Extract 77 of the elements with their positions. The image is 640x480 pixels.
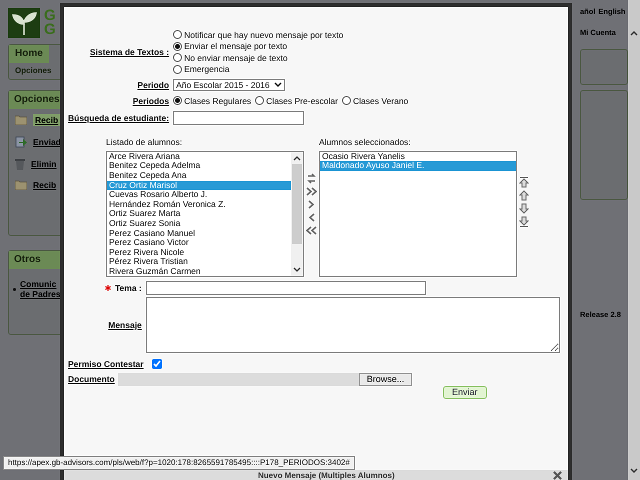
- period-select[interactable]: Año Escolar 2015 - 2016: [173, 79, 285, 92]
- list-label: Alumnos seleccionados:: [319, 136, 412, 147]
- sidebar-link[interactable]: Elimin: [31, 158, 57, 169]
- file-field[interactable]: [118, 373, 359, 386]
- list-option[interactable]: Ocasio Rivera Yanelis: [320, 152, 516, 162]
- radio-label[interactable]: Clases Verano: [352, 96, 408, 106]
- list-option[interactable]: Perez Casiano Manuel: [107, 228, 291, 238]
- radio-label[interactable]: Clases Regulares: [184, 96, 252, 106]
- double-chevron-right-icon[interactable]: [306, 186, 317, 197]
- radio-label[interactable]: Enviar el mensaje por texto: [184, 41, 288, 52]
- chevron-left-icon[interactable]: [306, 212, 317, 223]
- subject-field[interactable]: [146, 280, 426, 295]
- arrow-down-icon[interactable]: [519, 202, 529, 214]
- radio-label[interactable]: No enviar mensaje de texto: [184, 52, 288, 63]
- radio-button[interactable]: [173, 96, 182, 106]
- sidebar-link[interactable]: Enviad: [33, 136, 61, 147]
- trash-icon: [15, 158, 25, 170]
- student-listbox[interactable]: [106, 150, 304, 277]
- field-label: Tema :: [115, 282, 142, 293]
- radio-button[interactable]: [173, 64, 182, 74]
- radio-label[interactable]: Clases Pre-escolar: [266, 96, 338, 106]
- sidebar-link[interactable]: Recib: [33, 180, 56, 190]
- swap-arrows-icon[interactable]: [306, 172, 317, 184]
- radio-label[interactable]: Notificar que hay nuevo mensaje por texto: [184, 30, 344, 40]
- arrow-up-icon[interactable]: [519, 190, 529, 201]
- list-option[interactable]: Perez Casiano Victor: [107, 238, 291, 248]
- field-label: Periodo: [137, 80, 170, 90]
- sidebar-link[interactable]: Recib: [33, 114, 60, 126]
- list-option[interactable]: Benitez Cepeda Adelma: [107, 161, 291, 172]
- logo-text: G: [44, 9, 56, 23]
- field-label: Documento: [68, 374, 115, 385]
- header-panel: [580, 49, 628, 85]
- radio-button[interactable]: [342, 96, 351, 106]
- list-option[interactable]: Cuevas Rosario Alberto J.: [107, 190, 291, 200]
- radio-button[interactable]: [173, 53, 182, 62]
- sidebar-link[interactable]: de Padres: [20, 289, 61, 300]
- field-label: Búsqueda de estudiante:: [68, 112, 170, 123]
- field-label: Mensaje: [108, 320, 142, 330]
- chevron-down-icon: [274, 82, 282, 88]
- message-field[interactable]: [146, 296, 560, 353]
- double-chevron-left-icon[interactable]: [306, 224, 317, 236]
- radio-button[interactable]: [255, 96, 264, 106]
- folder-icon: [15, 114, 27, 125]
- bullet-icon: [13, 288, 16, 291]
- scrollbar[interactable]: [291, 152, 303, 276]
- folder-icon: [15, 180, 27, 190]
- scroll-up-icon[interactable]: [630, 30, 638, 36]
- scrollbar[interactable]: [628, 0, 640, 480]
- list-option[interactable]: Hernández Román Veronica Z.: [107, 200, 291, 210]
- list-label: Listado de alumnos:: [106, 136, 184, 147]
- list-option[interactable]: Ortiz Suarez Marta: [107, 209, 291, 220]
- dialog-title: Nuevo Mensaje (Multiples Alumnos): [258, 470, 395, 480]
- field-label: Sistema de Textos :: [90, 46, 170, 58]
- move-top-icon[interactable]: [519, 176, 529, 188]
- send-button[interactable]: Enviar: [443, 386, 487, 399]
- close-icon[interactable]: [553, 470, 562, 480]
- logo-icon: [8, 8, 40, 38]
- student-listbox[interactable]: Ocasio Rivera Yanelis Maldonado Ayuso Janiel E.: [319, 150, 517, 277]
- browse-button[interactable]: Browse...: [358, 373, 412, 386]
- status-url: https://apex.gb-advisors.com/pls/web/f?p=1020:178:8265591785495::::P178_PERIODOS:3402#: [3, 456, 355, 470]
- sidebar-link[interactable]: Comunic: [20, 278, 61, 290]
- list-option[interactable]: Arce Rivera Ariana: [107, 152, 291, 162]
- logo-text: G: [44, 23, 56, 37]
- list-option[interactable]: Benitez Cepeda Ana: [107, 171, 291, 181]
- chevron-right-icon[interactable]: [306, 198, 317, 210]
- scroll-down-icon[interactable]: [630, 468, 638, 474]
- radio-button[interactable]: [173, 42, 182, 51]
- radio-label[interactable]: Emergencia: [184, 64, 230, 74]
- move-bottom-icon[interactable]: [519, 216, 529, 227]
- field-label: Permiso Contestar: [68, 358, 144, 370]
- reply-checkbox[interactable]: [152, 358, 162, 369]
- nav-tab[interactable]: Home: [9, 45, 49, 63]
- list-option[interactable]: Ortiz Suarez Sonia: [107, 219, 291, 229]
- list-option[interactable]: Rivera Guzmán Carmen: [107, 267, 291, 276]
- search-field[interactable]: [173, 110, 304, 125]
- field-label: Periodos: [132, 96, 170, 106]
- radio-button[interactable]: [173, 30, 182, 40]
